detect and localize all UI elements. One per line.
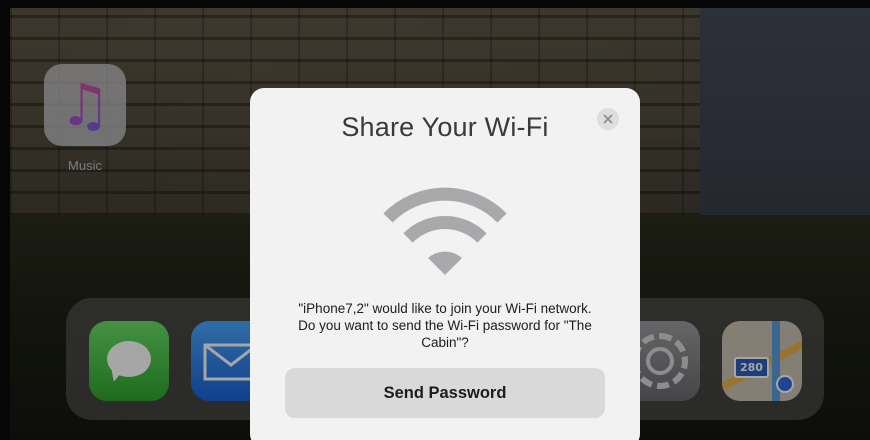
share-wifi-alert: Share Your Wi-Fi "iPhone7,2" would like … [250,88,640,440]
ipad-screen: ♫ Music 280 Share Your Wi-Fi "iPhone7,2"… [0,0,870,440]
wifi-icon [383,187,507,275]
alert-title: Share Your Wi-Fi [341,112,549,142]
send-password-button[interactable]: Send Password [285,368,605,418]
close-icon [603,114,613,124]
close-button[interactable] [597,108,619,130]
alert-message: "iPhone7,2" would like to join your Wi-F… [298,301,592,350]
